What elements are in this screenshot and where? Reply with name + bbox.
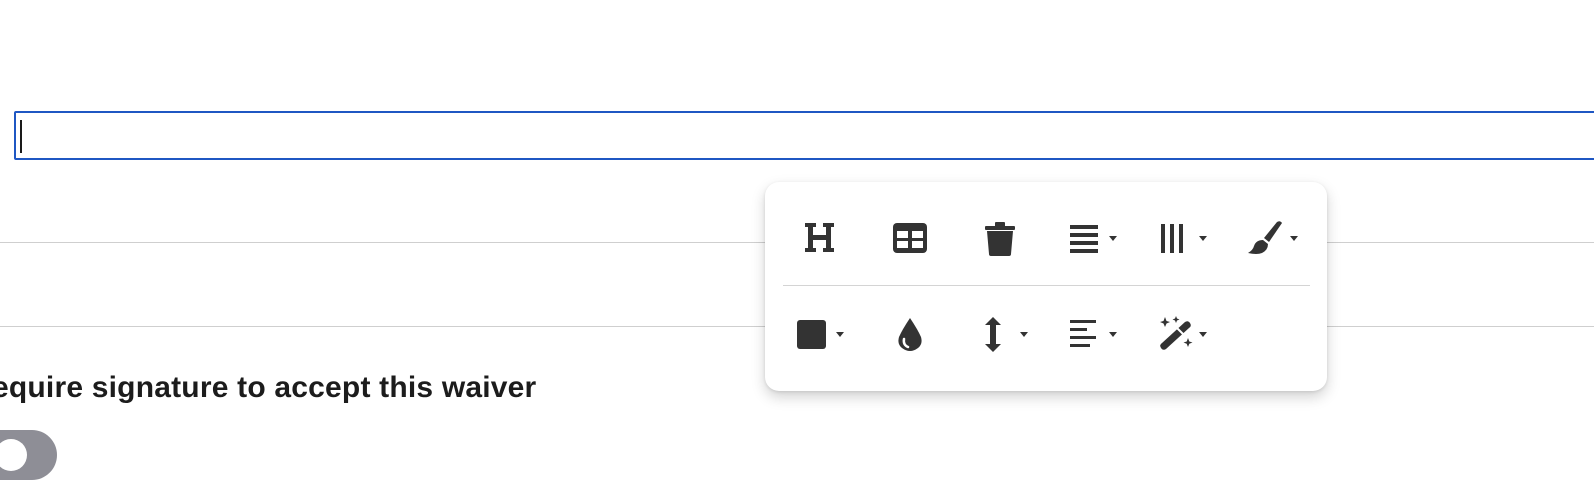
align-justify-icon <box>1070 225 1117 253</box>
line-height-button[interactable] <box>968 308 1032 360</box>
align-left-icon <box>1070 320 1117 347</box>
require-signature-label: equire signature to accept this waiver <box>0 371 537 404</box>
require-signature-toggle[interactable] <box>0 430 57 480</box>
columns-icon <box>1161 224 1207 253</box>
heading-icon <box>805 223 834 252</box>
table-icon <box>893 223 927 253</box>
text-align-button[interactable] <box>1058 308 1122 360</box>
square-color-icon <box>797 320 844 349</box>
droplet-icon <box>898 318 922 351</box>
floating-toolbar <box>765 182 1327 391</box>
table-button[interactable] <box>878 212 942 264</box>
delete-button[interactable] <box>968 212 1032 264</box>
magic-wand-icon <box>1160 316 1207 350</box>
toggle-knob <box>0 439 27 471</box>
text-caret <box>20 120 22 153</box>
background-color-button[interactable] <box>788 308 852 360</box>
paint-brush-icon <box>1248 221 1298 254</box>
brush-button[interactable] <box>1238 212 1302 264</box>
trash-icon <box>985 222 1015 256</box>
text-input[interactable] <box>14 111 1594 160</box>
align-justify-button[interactable] <box>1058 212 1122 264</box>
heading-button[interactable] <box>788 212 852 264</box>
text-color-button[interactable] <box>878 308 942 360</box>
vertical-arrows-icon <box>985 317 1028 352</box>
toolbar-separator <box>783 285 1310 286</box>
columns-button[interactable] <box>1148 212 1212 264</box>
page: equire signature to accept this waiver <box>0 0 1594 498</box>
magic-button[interactable] <box>1148 308 1212 360</box>
